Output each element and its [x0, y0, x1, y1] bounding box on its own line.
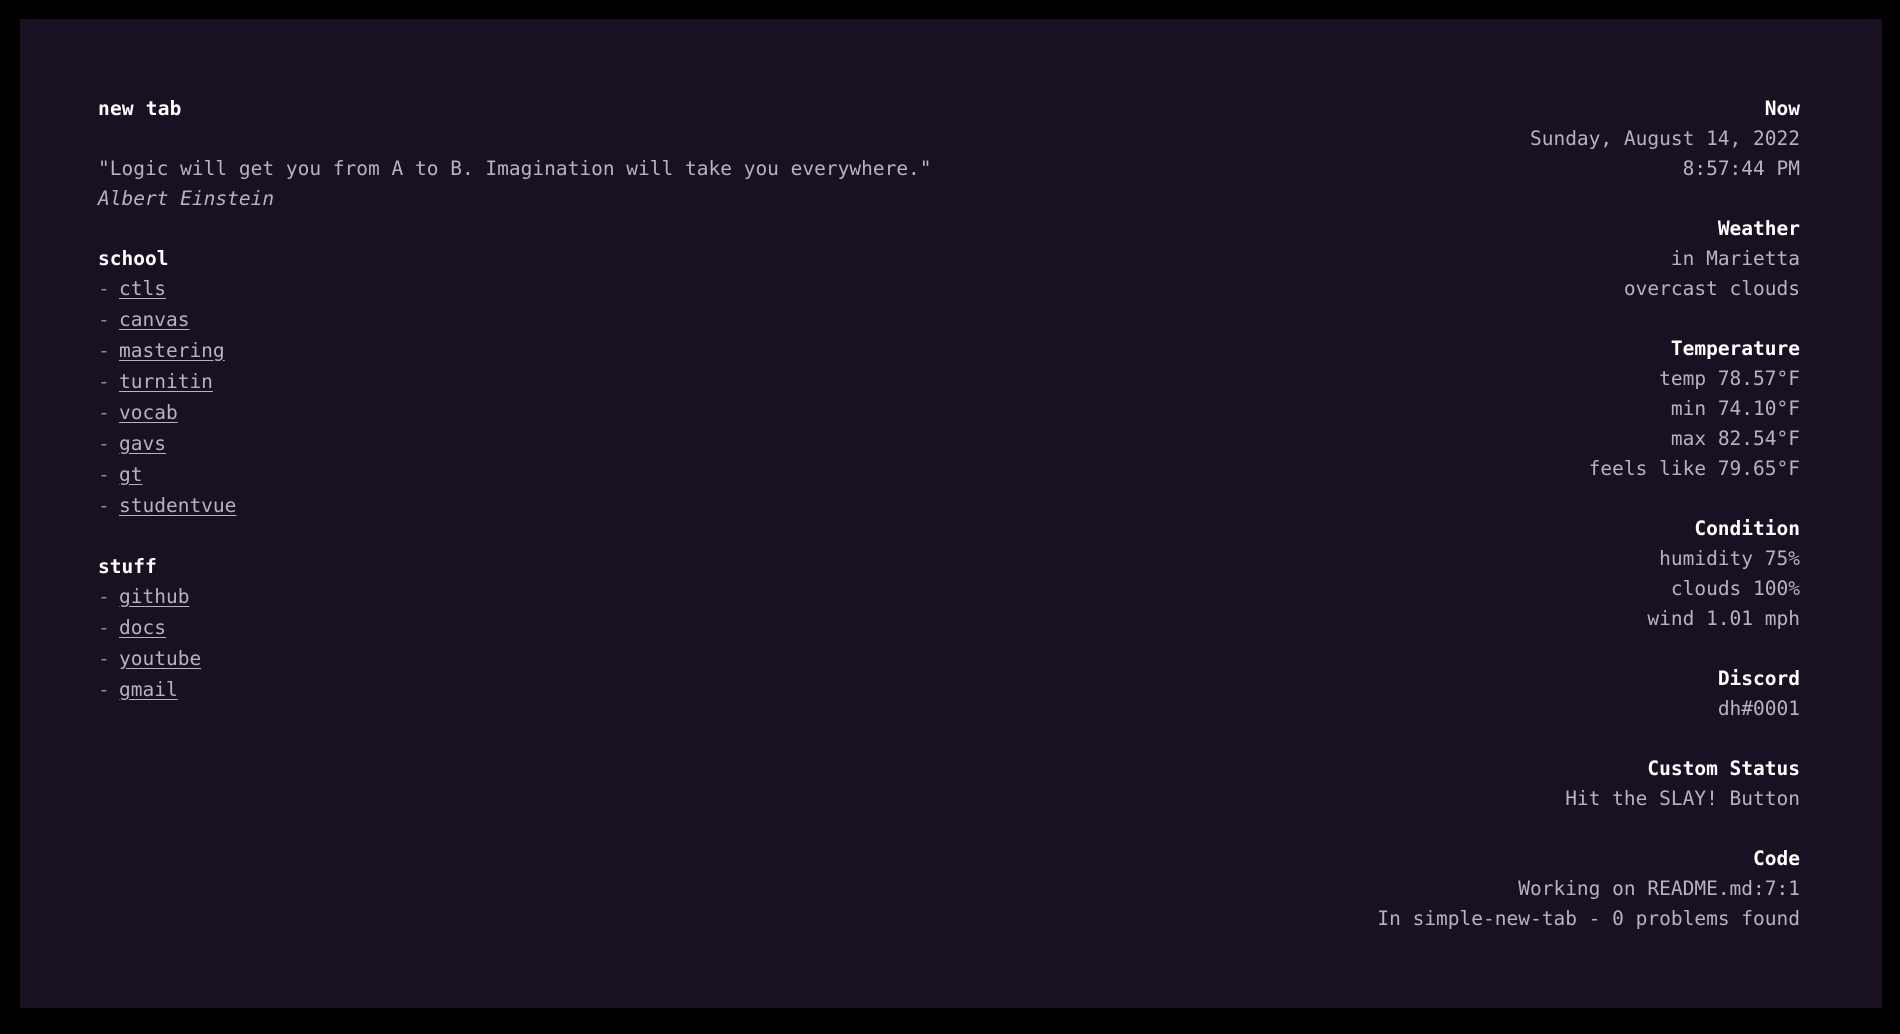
bullet-dash: -	[98, 678, 110, 701]
list-item: - gmail	[98, 675, 998, 706]
content-wrapper: new tab "Logic will get you from A to B.…	[98, 94, 1800, 1008]
condition-humidity: humidity 75%	[1659, 547, 1800, 570]
list-item: - ctls	[98, 274, 998, 305]
link-turnitin[interactable]: turnitin	[119, 370, 213, 393]
temperature-feels-like: feels like 79.65°F	[1588, 457, 1800, 480]
bullet-dash: -	[98, 616, 110, 639]
temperature-min: min 74.10°F	[1670, 397, 1800, 420]
bullet-dash: -	[98, 432, 110, 455]
quote-text: "Logic will get you from A to B. Imagina…	[98, 157, 932, 180]
link-gavs[interactable]: gavs	[119, 432, 166, 455]
left-column: new tab "Logic will get you from A to B.…	[98, 94, 998, 706]
panel-condition: Condition humidity 75% clouds 100% wind …	[1040, 514, 1800, 634]
panel-discord: Discord dh#0001	[1040, 664, 1800, 724]
bullet-dash: -	[98, 308, 110, 331]
link-group-title-school: school	[98, 247, 169, 270]
panel-temperature: Temperature temp 78.57°F min 74.10°F max…	[1040, 334, 1800, 484]
link-vocab[interactable]: vocab	[119, 401, 178, 424]
list-item: - gt	[98, 460, 998, 491]
new-tab-page: new tab "Logic will get you from A to B.…	[20, 19, 1882, 1008]
list-item: - mastering	[98, 336, 998, 367]
link-group-school: school - ctls - canvas - mastering - turniti…	[98, 244, 998, 522]
custom-status-text: Hit the SLAY! Button	[1565, 787, 1800, 810]
bullet-dash: -	[98, 277, 110, 300]
list-item: - github	[98, 582, 998, 613]
panel-title-weather: Weather	[1717, 217, 1800, 240]
list-item: - youtube	[98, 644, 998, 675]
bullet-dash: -	[98, 370, 110, 393]
discord-username: dh#0001	[1717, 697, 1800, 720]
list-item: - docs	[98, 613, 998, 644]
bullet-dash: -	[98, 494, 110, 517]
bullet-dash: -	[98, 401, 110, 424]
panel-title-temperature: Temperature	[1670, 337, 1800, 360]
panel-custom-status: Custom Status Hit the SLAY! Button	[1040, 754, 1800, 814]
bullet-dash: -	[98, 585, 110, 608]
code-workspace: In simple-new-tab - 0 problems found	[1377, 907, 1800, 930]
code-working-on: Working on README.md:7:1	[1518, 877, 1800, 900]
weather-description: overcast clouds	[1623, 277, 1800, 300]
link-docs[interactable]: docs	[119, 616, 166, 639]
panel-weather: Weather in Marietta overcast clouds	[1040, 214, 1800, 304]
link-gt[interactable]: gt	[119, 463, 142, 486]
condition-wind: wind 1.01 mph	[1647, 607, 1800, 630]
temperature-current: temp 78.57°F	[1659, 367, 1800, 390]
link-group-title-stuff: stuff	[98, 555, 157, 578]
panel-title-now: Now	[1764, 97, 1800, 120]
link-gmail[interactable]: gmail	[119, 678, 178, 701]
list-item: - turnitin	[98, 367, 998, 398]
current-time: 8:57:44 PM	[1682, 157, 1800, 180]
bullet-dash: -	[98, 647, 110, 670]
condition-clouds: clouds 100%	[1670, 577, 1800, 600]
page-title: new tab	[98, 97, 182, 120]
weather-location: in Marietta	[1670, 247, 1800, 270]
current-date: Sunday, August 14, 2022	[1529, 127, 1800, 150]
link-studentvue[interactable]: studentvue	[119, 494, 236, 517]
panel-code: Code Working on README.md:7:1 In simple-…	[1040, 844, 1800, 934]
link-canvas[interactable]: canvas	[119, 308, 189, 331]
link-group-stuff: stuff - github - docs - youtube - gmail	[98, 552, 998, 706]
bullet-dash: -	[98, 339, 110, 362]
panel-title-discord: Discord	[1717, 667, 1800, 690]
link-youtube[interactable]: youtube	[119, 647, 201, 670]
link-mastering[interactable]: mastering	[119, 339, 225, 362]
right-column: Now Sunday, August 14, 2022 8:57:44 PM W…	[1040, 94, 1800, 934]
list-item: - studentvue	[98, 491, 998, 522]
bullet-dash: -	[98, 463, 110, 486]
list-item: - canvas	[98, 305, 998, 336]
panel-title-condition: Condition	[1694, 517, 1800, 540]
link-ctls[interactable]: ctls	[119, 277, 166, 300]
quote-block: "Logic will get you from A to B. Imagina…	[98, 154, 998, 214]
panel-title-code: Code	[1753, 847, 1800, 870]
list-item: - gavs	[98, 429, 998, 460]
panel-title-custom-status: Custom Status	[1647, 757, 1800, 780]
list-item: - vocab	[98, 398, 998, 429]
temperature-max: max 82.54°F	[1670, 427, 1800, 450]
link-github[interactable]: github	[119, 585, 189, 608]
quote-author: Albert Einstein	[98, 187, 275, 210]
panel-now: Now Sunday, August 14, 2022 8:57:44 PM	[1040, 94, 1800, 184]
